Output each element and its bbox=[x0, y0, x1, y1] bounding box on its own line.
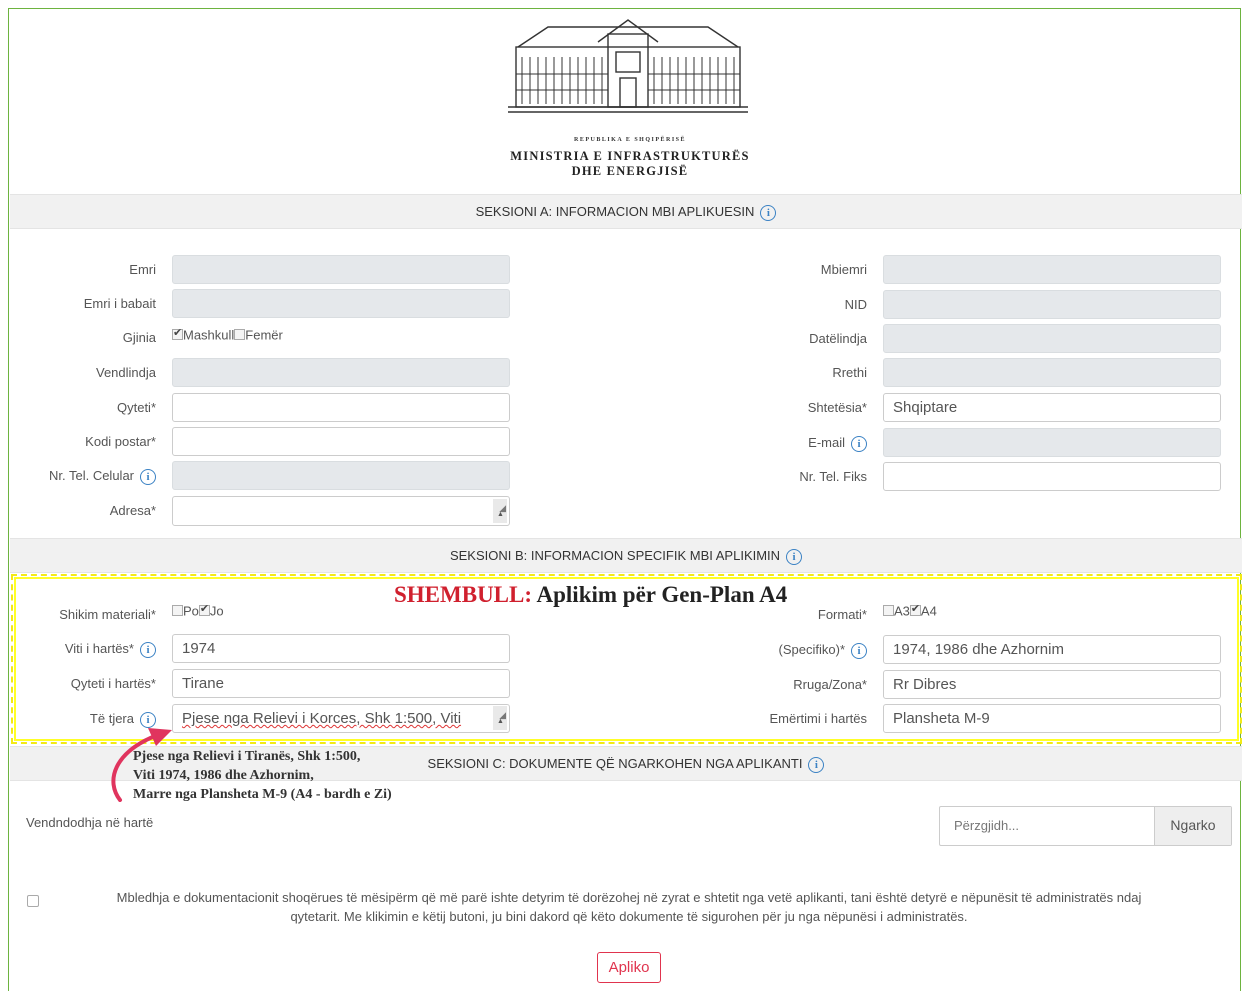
ministry-name: MINISTRIA E INFRASTRUKTURËS DHE ENERGJIS… bbox=[510, 149, 750, 178]
label-nid: NID bbox=[844, 297, 867, 312]
label-mbiemri: Mbiemri bbox=[820, 262, 867, 277]
a4-checkbox[interactable] bbox=[909, 602, 921, 617]
republika-text: REPUBLIKA E SHQIPËRISË bbox=[573, 137, 687, 143]
info-icon[interactable]: i bbox=[140, 641, 156, 658]
label-shtetesia: Shtetësia* bbox=[807, 400, 867, 415]
label-formati: Formati* bbox=[817, 607, 867, 622]
label-vendlindja: Vendlindja bbox=[96, 365, 156, 380]
emri-babait-field[interactable] bbox=[172, 289, 510, 318]
po-checkbox[interactable] bbox=[172, 605, 183, 617]
mashkull-checkbox[interactable] bbox=[172, 326, 183, 341]
label-adresa: Adresa* bbox=[109, 503, 156, 518]
label-rrethi: Rrethi bbox=[832, 365, 867, 380]
upload-button[interactable]: Ngarko bbox=[1154, 807, 1231, 845]
label-emertimi-hartes: Emërtimi i hartës bbox=[769, 711, 867, 726]
example-title: SHEMBULL: Aplikim për Gen-Plan A4 bbox=[394, 582, 788, 607]
file-upload[interactable]: Përzgjidh... Ngarko bbox=[939, 806, 1232, 846]
info-icon[interactable]: i bbox=[786, 548, 803, 565]
datelindja-field[interactable] bbox=[883, 324, 1221, 353]
label-emri-babait: Emri i babait bbox=[83, 296, 156, 311]
label-rruga-zona: Rruga/Zona* bbox=[793, 677, 867, 692]
info-icon[interactable]: i bbox=[851, 435, 867, 452]
info-icon[interactable]: i bbox=[760, 204, 777, 221]
label-datelindja: Datëlindja bbox=[809, 331, 867, 346]
file-placeholder: Përzgjidh... bbox=[954, 818, 1020, 833]
info-icon[interactable]: i bbox=[140, 468, 156, 485]
apply-button[interactable]: Apliko bbox=[597, 952, 661, 983]
label-emri: Emri bbox=[129, 262, 156, 277]
email-field[interactable] bbox=[883, 428, 1221, 457]
label-nr-tel-celular: Nr. Tel. Celular i bbox=[49, 468, 156, 485]
a3-checkbox[interactable] bbox=[883, 605, 894, 617]
specifiko-field[interactable]: 1974, 1986 dhe Azhornim bbox=[883, 635, 1221, 664]
shtetesia-field[interactable]: Shqiptare bbox=[883, 393, 1221, 422]
gjinia-options: MashkullFemër bbox=[172, 326, 283, 344]
section-a-header: SEKSIONI A: INFORMACION MBI APLIKUESIN i bbox=[10, 194, 1242, 229]
section-b-header: SEKSIONI B: INFORMACION SPECIFIK MBI APL… bbox=[10, 538, 1242, 573]
label-specifiko: (Specifiko)* i bbox=[779, 642, 867, 659]
shikim-options: PoJo bbox=[172, 602, 224, 620]
label-qyteti-hartes: Qyteti i hartës* bbox=[70, 676, 156, 691]
jo-checkbox[interactable] bbox=[198, 602, 210, 617]
label-gjinia: Gjinia bbox=[122, 330, 156, 345]
nr-tel-fiks-field[interactable] bbox=[883, 462, 1221, 491]
viti-hartes-field[interactable]: 1974 bbox=[172, 634, 510, 663]
info-icon[interactable]: i bbox=[808, 756, 825, 773]
kodi-postar-field[interactable] bbox=[172, 427, 510, 456]
rrethi-field[interactable] bbox=[883, 358, 1221, 387]
te-tjera-textarea[interactable]: Pjese nga Relievi i Korces, Shk 1:500, V… bbox=[172, 704, 510, 733]
rruga-zona-field[interactable]: Rr Dibres bbox=[883, 670, 1221, 699]
nid-field[interactable] bbox=[883, 290, 1221, 319]
label-shikim-materiali: Shikim materiali* bbox=[59, 607, 156, 622]
label-nr-tel-fiks: Nr. Tel. Fiks bbox=[799, 469, 867, 484]
example-note: Pjese nga Relievi i Tiranës, Shk 1:500, … bbox=[133, 749, 392, 802]
agreement-text: Mbledhja e dokumentacionit shoqërues të … bbox=[116, 890, 1142, 924]
label-kodi-postar: Kodi postar* bbox=[85, 434, 156, 449]
resize-handle[interactable]: ▲ ◢ bbox=[493, 499, 507, 523]
emri-field[interactable] bbox=[172, 255, 510, 284]
vendlindja-field[interactable] bbox=[172, 358, 510, 387]
resize-handle[interactable]: ▲ ◢ bbox=[493, 706, 507, 730]
label-email: E-mail i bbox=[808, 435, 867, 452]
building-emblem bbox=[508, 19, 748, 113]
qyteti-hartes-field[interactable]: Tirane bbox=[172, 669, 510, 698]
ministry-logo: REPUBLIKA E SHQIPËRISË MINISTRIA E INFRA… bbox=[500, 12, 760, 178]
label-qyteti: Qyteti* bbox=[116, 400, 156, 415]
qyteti-field[interactable] bbox=[172, 393, 510, 422]
adresa-textarea[interactable]: ▲ ◢ bbox=[172, 496, 510, 526]
emertimi-hartes-field[interactable]: Plansheta M-9 bbox=[883, 704, 1221, 733]
label-viti-hartes: Viti i hartës* i bbox=[65, 641, 156, 658]
label-vendndodhja: Vendndodhja në hartë bbox=[26, 815, 154, 830]
formati-options: A3A4 bbox=[883, 602, 937, 620]
info-icon[interactable]: i bbox=[851, 642, 867, 659]
femer-checkbox[interactable] bbox=[234, 329, 246, 341]
nr-tel-celular-field[interactable] bbox=[172, 461, 510, 490]
mbiemri-field[interactable] bbox=[883, 255, 1221, 284]
